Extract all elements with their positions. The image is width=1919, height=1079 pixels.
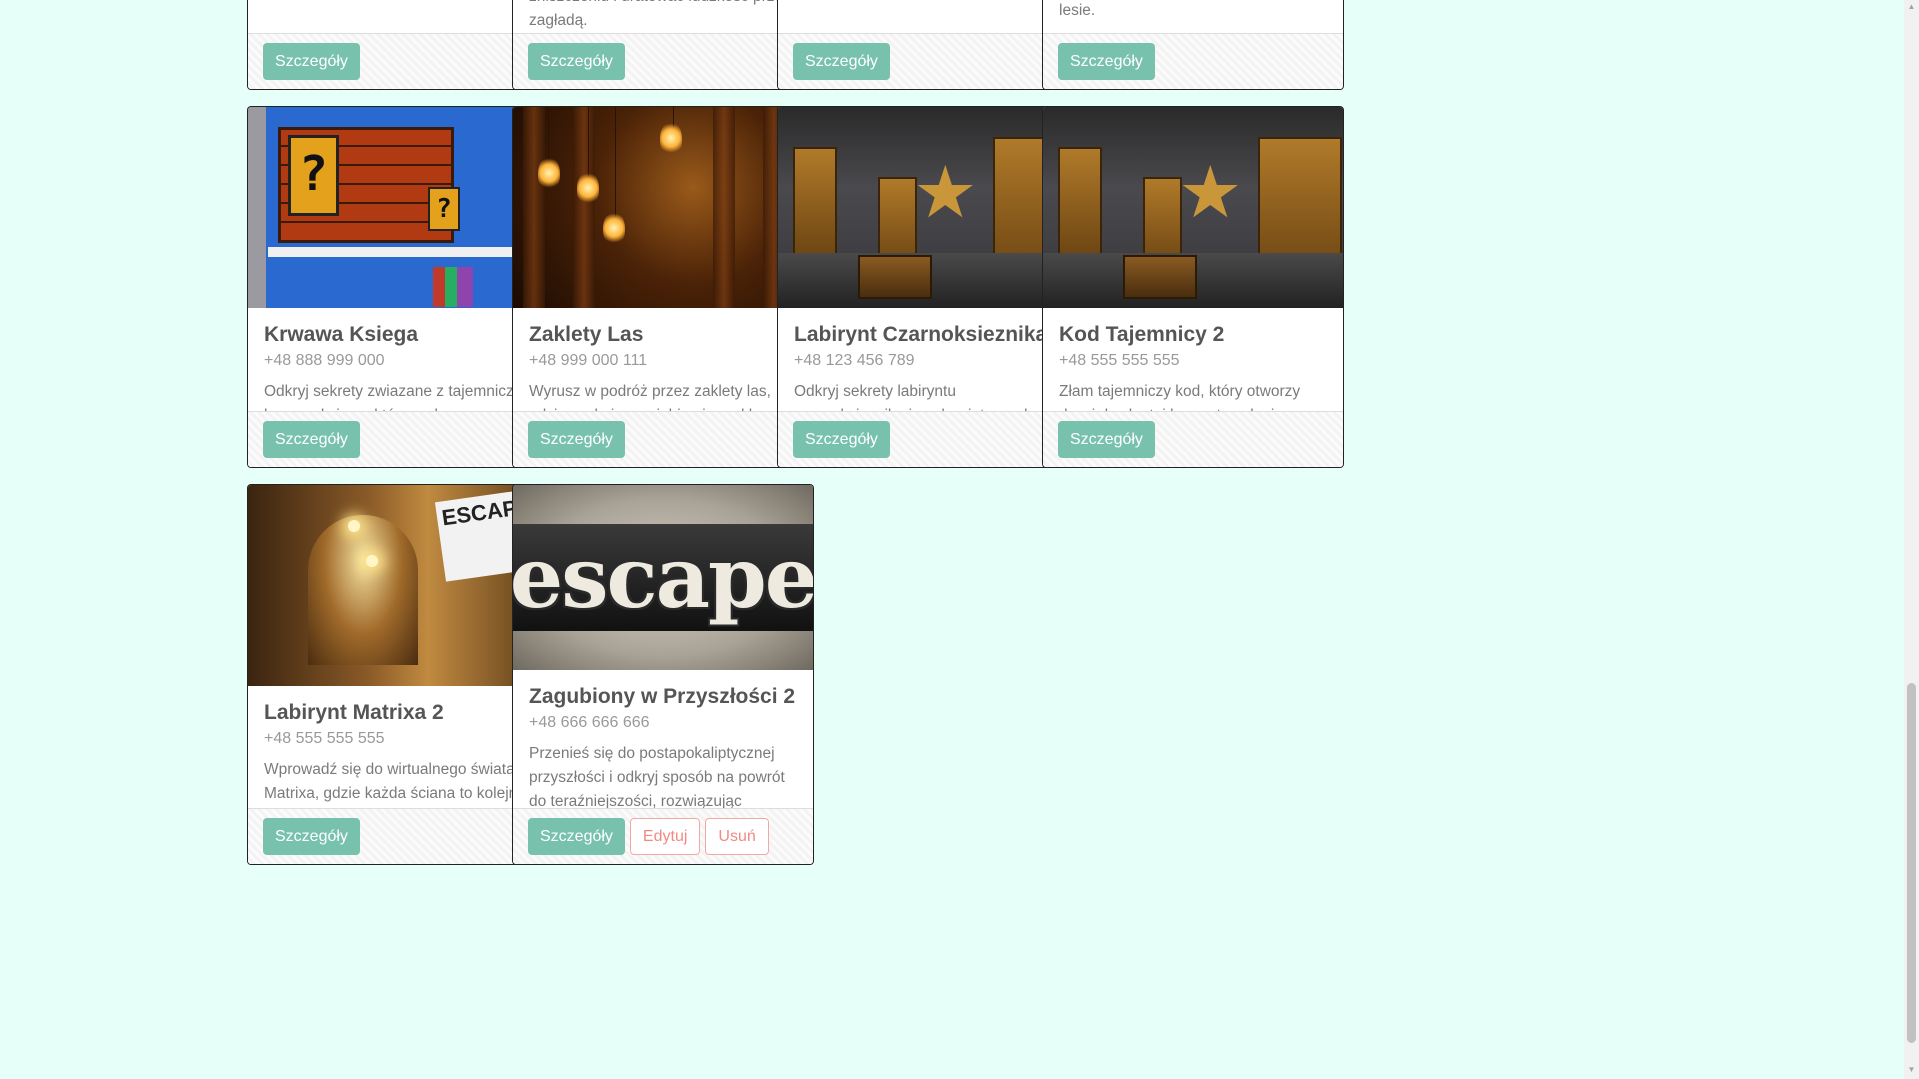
card-title: Labirynt Matrixa 2 [264, 701, 444, 724]
card-description: lesie. [1059, 2, 1096, 19]
edit-button[interactable]: Edytuj [629, 818, 701, 855]
card-footer: Szczegóły [513, 411, 813, 467]
escape-letterpress-image: escape [513, 485, 813, 670]
room-card: Szczegóły [777, 0, 1079, 90]
scroll-down-icon[interactable]: ▼ [1907, 1065, 1916, 1077]
delete-button[interactable]: Usuń [705, 818, 769, 855]
star-icon: ★ [1178, 153, 1243, 233]
card-phone: +48 888 999 000 [264, 352, 385, 369]
mario-room-image: ? ? [248, 107, 548, 308]
room-card: ★ Labirynt Czarnoksieznika +48 123 456 7… [777, 106, 1079, 468]
details-button[interactable]: Szczegóły [528, 43, 625, 80]
star-room-image: ★ [1043, 107, 1343, 308]
card-footer: Szczegóły [1043, 33, 1343, 89]
card-phone: +48 999 000 111 [529, 352, 648, 369]
details-button[interactable]: Szczegóły [263, 43, 360, 80]
card-footer: Szczegóły [513, 33, 813, 89]
card-footer: Szczegóły [248, 33, 548, 89]
star-icon: ★ [913, 153, 978, 233]
star-room-image: ★ [778, 107, 1078, 308]
details-button[interactable]: Szczegóły [793, 43, 890, 80]
room-card: Zaklety Las +48 999 000 111 Wyrusz w pod… [512, 106, 814, 468]
card-description: zniszczeniu i uratować ludzkość przed za… [529, 0, 792, 29]
room-card: ★ Kod Tajemnicy 2 +48 555 555 555 Złam t… [1042, 106, 1344, 468]
details-button[interactable]: Szczegóły [1058, 421, 1155, 458]
card-footer: Szczegóły [248, 411, 548, 467]
escape-letterpress-word: escape [513, 524, 813, 631]
details-button[interactable]: Szczegóły [1058, 43, 1155, 80]
card-title: Zagubiony w Przyszłości 2 [529, 685, 796, 708]
details-button[interactable]: Szczegóły [793, 421, 890, 458]
room-card: zniszczeniu i uratować ludzkość przed za… [512, 0, 814, 90]
details-button[interactable]: Szczegóły [263, 421, 360, 458]
card-footer: Szczegóły [778, 411, 1078, 467]
tunnel-room-image: ESCAPE [248, 485, 548, 686]
card-phone: +48 555 555 555 [1059, 352, 1180, 369]
scroll-up-icon[interactable]: ▲ [1907, 2, 1916, 14]
details-button[interactable]: Szczegóły [263, 818, 360, 855]
card-title: Zaklety Las [529, 323, 644, 346]
vertical-scrollbar[interactable]: ▲ ▼ [1904, 0, 1919, 1079]
room-card: Szczegóły [247, 0, 549, 90]
card-grid: Szczegóły zniszczeniu i uratować ludzkoś… [0, 0, 1904, 1079]
room-card: escape Zagubiony w Przyszłości 2 +48 666… [512, 484, 814, 865]
card-footer: Szczegóły [248, 808, 548, 864]
card-footer: Szczegóły [1043, 411, 1343, 467]
card-phone: +48 666 666 666 [529, 714, 650, 731]
room-card: ESCAPE Labirynt Matrixa 2 +48 555 555 55… [247, 484, 549, 865]
card-phone: +48 555 555 555 [264, 730, 385, 747]
room-card: ? ? Krwawa Ksiega +48 888 999 000 Odkryj… [247, 106, 549, 468]
scrollbar-thumb[interactable] [1907, 683, 1916, 1043]
card-title: Labirynt Czarnoksieznika [794, 323, 1048, 346]
card-phone: +48 123 456 789 [794, 352, 915, 369]
card-title: Kod Tajemnicy 2 [1059, 323, 1225, 346]
lightbulbs-room-image [513, 107, 813, 308]
details-button[interactable]: Szczegóły [528, 421, 625, 458]
card-title: Krwawa Ksiega [264, 323, 419, 346]
card-footer: Szczegóły [778, 33, 1078, 89]
card-footer: Szczegóły Edytuj Usuń [513, 808, 813, 864]
details-button[interactable]: Szczegóły [528, 818, 625, 855]
room-card: lesie. Szczegóły [1042, 0, 1344, 90]
